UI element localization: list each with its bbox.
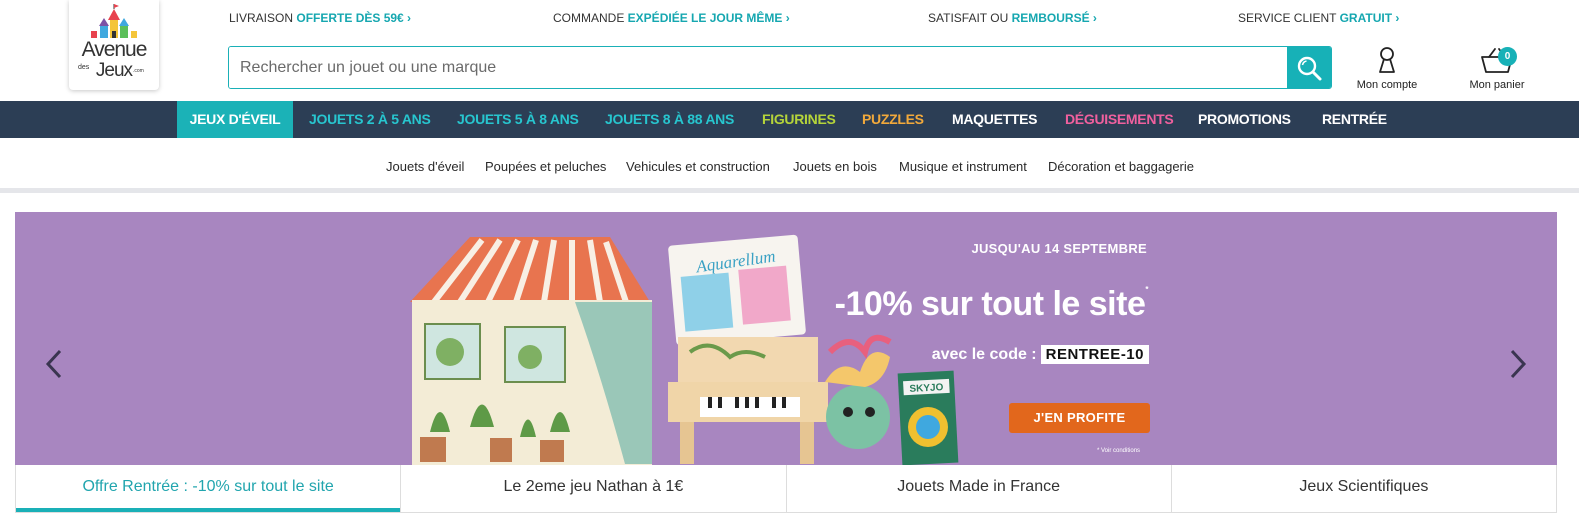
usp-text: SATISFAIT OU [928, 11, 1012, 25]
search-button[interactable] [1287, 47, 1331, 88]
main-navigation: JEUX D'ÉVEIL JOUETS 2 À 5 ANS JOUETS 5 À… [0, 101, 1579, 146]
usp-highlight: OFFERTE DÈS 59€ › [296, 11, 412, 25]
account-link[interactable]: Mon compte [1352, 46, 1422, 91]
nav-jouets-8-88[interactable]: JOUETS 8 À 88 ANS [605, 101, 734, 138]
hero-date: JUSQU'AU 14 SEPTEMBRE [971, 241, 1147, 256]
hero-cta-button[interactable]: J'EN PROFITE [1009, 403, 1150, 433]
hero-code-prefix: avec le code : [931, 345, 1037, 363]
nav-puzzles[interactable]: PUZZLES [862, 101, 924, 138]
nav-figurines[interactable]: FIGURINES [762, 101, 836, 138]
usp-satisfait[interactable]: SATISFAIT OU REMBOURSÉ › [928, 11, 1097, 25]
logo-line1: Avenue [81, 38, 148, 61]
tab-nathan[interactable]: Le 2eme jeu Nathan à 1€ [401, 465, 787, 512]
usp-highlight: GRATUIT › [1339, 11, 1400, 25]
chevron-right-icon[interactable] [1507, 347, 1529, 381]
subnav-decoration-baggagerie[interactable]: Décoration et baggagerie [1048, 159, 1194, 174]
usp-highlight: REMBOURSÉ › [1011, 11, 1097, 25]
usp-text: COMMANDE [553, 11, 628, 25]
site-header: Avenue des Jeux .com LIVRAISON OFFERTE D… [0, 0, 1579, 101]
chevron-left-icon[interactable] [43, 347, 65, 381]
toy-piano-icon [668, 337, 828, 464]
logo-line2: Jeux [95, 60, 133, 81]
nav-promotions[interactable]: PROMOTIONS [1198, 101, 1291, 138]
tab-jeux-scientifiques[interactable]: Jeux Scientifiques [1172, 465, 1556, 512]
hero-conditions[interactable]: * Voir conditions [1097, 448, 1140, 454]
usp-text: LIVRAISON [229, 11, 297, 25]
tab-offre-rentree[interactable]: Offre Rentrée : -10% sur tout le site [16, 465, 402, 512]
svg-text:SKYJO: SKYJO [909, 382, 944, 395]
play-tent-icon [410, 237, 652, 465]
subnav-vehicules-construction[interactable]: Vehicules et construction [626, 159, 770, 174]
nav-maquettes[interactable]: MAQUETTES [952, 101, 1038, 138]
subnav-poupees-peluches[interactable]: Poupées et peluches [485, 159, 606, 174]
nav-jeux-eveil[interactable]: JEUX D'ÉVEIL [177, 101, 293, 146]
aquarellum-box-icon: Aquarellum [668, 234, 806, 346]
hero-banner[interactable]: Aquarellum SKYJO JUSQU'AU 14 SEPTEMBRE -… [15, 212, 1557, 465]
banner-tabs: Offre Rentrée : -10% sur tout le site Le… [15, 465, 1557, 513]
usp-service-client[interactable]: SERVICE CLIENT GRATUIT › [1238, 11, 1399, 25]
nav-jouets-2-5[interactable]: JOUETS 2 À 5 ANS [309, 101, 431, 138]
subnav-jouets-bois[interactable]: Jouets en bois [793, 159, 877, 174]
search-input[interactable] [229, 47, 1287, 88]
hero-code-row: avec le code : RENTREE-10 [932, 345, 1149, 364]
subnav-musique-instrument[interactable]: Musique et instrument [899, 159, 1027, 174]
sub-navigation: Jouets d'éveil Poupées et peluches Vehic… [0, 138, 1579, 193]
search-bar [228, 46, 1332, 89]
nav-rentree[interactable]: RENTRÉE [1322, 101, 1387, 138]
hero-products-illustration: Aquarellum SKYJO [410, 234, 959, 465]
hero-title-mark: * [1145, 285, 1148, 294]
stacking-toy-icon [825, 334, 892, 449]
nav-deguisements[interactable]: DÉGUISEMENTS [1065, 101, 1174, 138]
usp-text: SERVICE CLIENT [1238, 11, 1340, 25]
cart-link[interactable]: Mon panier [1464, 46, 1530, 91]
usp-livraison[interactable]: LIVRAISON OFFERTE DÈS 59€ › [229, 11, 411, 25]
promo-code: RENTREE-10 [1040, 345, 1149, 364]
cart-label: Mon panier [1469, 79, 1525, 91]
account-label: Mon compte [1356, 79, 1418, 91]
skyjo-box-icon: SKYJO [897, 370, 959, 465]
hero-title-text: -10% sur tout le site [834, 285, 1146, 323]
usp-commande[interactable]: COMMANDE EXPÉDIÉE LE JOUR MÊME › [553, 11, 790, 25]
user-icon [1379, 47, 1395, 73]
tab-made-in-france[interactable]: Jouets Made in France [787, 465, 1172, 512]
search-icon [1297, 56, 1322, 80]
usp-highlight: EXPÉDIÉE LE JOUR MÊME › [627, 11, 790, 25]
site-logo[interactable]: Avenue des Jeux .com [69, 0, 159, 90]
cart-count-badge: 0 [1498, 47, 1517, 66]
hero-title: -10% sur tout le site* [834, 285, 1149, 324]
logo-suffix: .com [133, 68, 144, 74]
nav-jouets-5-8[interactable]: JOUETS 5 À 8 ANS [457, 101, 579, 138]
subnav-jouets-eveil[interactable]: Jouets d'éveil [386, 159, 464, 174]
